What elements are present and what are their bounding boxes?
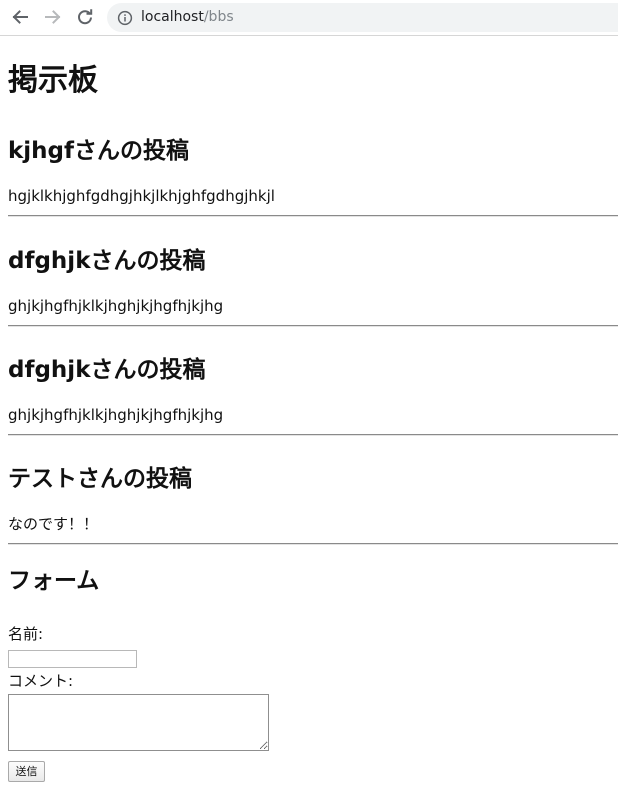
submit-button[interactable]: 送信 xyxy=(8,761,45,782)
reload-button[interactable] xyxy=(73,6,97,28)
post-divider xyxy=(8,325,618,327)
comment-textarea[interactable] xyxy=(8,694,269,751)
reload-icon xyxy=(76,8,94,26)
url-path: /bbs xyxy=(203,9,234,25)
post-body: なのです！！ xyxy=(8,515,99,533)
arrow-left-icon xyxy=(11,8,29,26)
name-input[interactable] xyxy=(8,650,137,668)
post-heading: dfghjkさんの投稿 xyxy=(8,248,206,274)
comment-label: コメント: xyxy=(8,672,74,690)
page-title: 掲示板 xyxy=(8,63,98,98)
forward-button[interactable] xyxy=(41,6,65,28)
info-icon[interactable] xyxy=(117,10,133,26)
arrow-right-icon xyxy=(44,8,62,26)
name-label: 名前: xyxy=(8,625,44,643)
post-body: hgjklkhjghfgdhgjhkjlkhjghfgdhgjhkjl xyxy=(8,187,275,205)
post-body: ghjkjhgfhjklkjhghjkjhgfhjkjhg xyxy=(8,297,224,315)
browser-toolbar: localhost/bbs xyxy=(0,0,618,36)
post-divider xyxy=(8,215,618,217)
post-divider xyxy=(8,543,618,545)
address-bar[interactable]: localhost/bbs xyxy=(107,3,618,32)
post-heading: dfghjkさんの投稿 xyxy=(8,357,206,383)
url-text: localhost/bbs xyxy=(141,9,234,26)
post-divider xyxy=(8,434,618,436)
back-button[interactable] xyxy=(8,6,32,28)
post-heading: テストさんの投稿 xyxy=(8,466,192,492)
post-body: ghjkjhgfhjklkjhghjkjhgfhjkjhg xyxy=(8,406,224,424)
post-heading: kjhgfさんの投稿 xyxy=(8,138,190,164)
url-host: localhost xyxy=(141,9,204,25)
form-heading: フォーム xyxy=(8,568,100,594)
